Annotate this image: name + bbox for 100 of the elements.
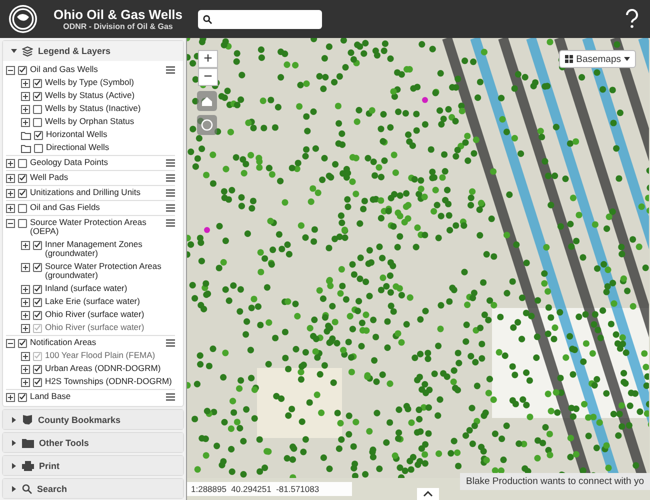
checkbox[interactable] <box>33 298 42 306</box>
checkbox[interactable] <box>33 310 42 320</box>
scale-readout: 1:288895 40.294251 -81.571083 <box>187 482 352 496</box>
layer-label: Inland (surface water) <box>45 284 128 293</box>
checkbox[interactable] <box>18 218 27 228</box>
expand-icon[interactable] <box>21 104 30 114</box>
layer-label: Oil and Gas Wells <box>30 64 99 74</box>
checkbox[interactable] <box>34 144 43 152</box>
locate-button[interactable] <box>197 115 217 135</box>
menu-icon[interactable] <box>166 174 175 182</box>
chevron-up-icon <box>423 491 433 497</box>
layer-label: Wells by Status (Inactive) <box>45 104 142 113</box>
grid-icon <box>565 55 574 63</box>
checkbox[interactable] <box>18 66 27 74</box>
checkbox[interactable] <box>33 104 42 114</box>
layer-label: Ohio River (surface water) <box>45 322 146 332</box>
expand-icon[interactable] <box>6 174 15 182</box>
seal-logo <box>8 4 38 34</box>
expand-icon[interactable] <box>21 92 30 100</box>
layer-label: Well Pads <box>30 172 70 182</box>
checkbox[interactable] <box>33 364 42 374</box>
menu-icon[interactable] <box>166 218 175 226</box>
layers-icon <box>22 46 33 56</box>
checkbox[interactable] <box>18 204 27 212</box>
expand-button[interactable] <box>417 488 439 500</box>
search-icon <box>203 14 212 24</box>
layer-label: Source Water Protection Areas (groundwater) <box>45 262 162 280</box>
app-title: Ohio Oil & Gas Wells <box>53 7 183 22</box>
panel-header[interactable]: County Bookmarks <box>3 410 183 429</box>
layer-label: Geology Data Points <box>30 158 109 167</box>
notification-toast: Blake Production wants to connect with yo <box>460 473 650 490</box>
layer-label: Wells by Status (Active) <box>45 90 136 100</box>
layer-label: Wells by Type (Symbol) <box>45 78 135 87</box>
checkbox[interactable] <box>33 118 42 126</box>
layer-label: Notification Areas <box>30 338 98 347</box>
layer-label: Lake Erie (surface water) <box>45 296 141 306</box>
expand-icon[interactable] <box>6 188 15 198</box>
help-icon[interactable] <box>624 9 640 29</box>
expand-icon[interactable] <box>6 204 15 212</box>
checkbox[interactable] <box>18 174 27 182</box>
checkbox[interactable] <box>33 284 42 294</box>
expand-icon[interactable] <box>21 284 30 294</box>
layer-label: Horizontal Wells <box>46 130 108 139</box>
panel-header[interactable]: Legend & Layers <box>3 41 183 61</box>
search-icon <box>22 484 32 494</box>
expand-icon[interactable] <box>21 352 30 360</box>
layer-label: Urban Areas (ODNR-DOGRM) <box>45 364 162 373</box>
zoom-in-button[interactable]: + <box>198 50 218 68</box>
expand-icon[interactable] <box>21 78 30 88</box>
circle-icon <box>201 119 213 131</box>
checkbox[interactable] <box>18 338 27 348</box>
checkbox[interactable] <box>18 392 27 402</box>
zoom-out-button[interactable]: − <box>198 68 218 86</box>
menu-icon[interactable] <box>166 66 175 74</box>
expand-icon[interactable] <box>21 310 30 320</box>
layer-label: Ohio River (surface water) <box>45 310 146 319</box>
checkbox[interactable] <box>33 378 42 386</box>
menu-icon[interactable] <box>166 204 175 212</box>
menu-icon[interactable] <box>166 158 175 166</box>
basemaps-button[interactable]: Basemaps <box>559 50 636 68</box>
menu-icon[interactable] <box>166 392 175 400</box>
expand-icon[interactable] <box>21 378 30 386</box>
layer-label: H2S Townships (ODNR-DOGRM) <box>45 376 173 386</box>
printer-icon <box>22 460 34 470</box>
expand-icon[interactable] <box>6 158 15 168</box>
checkbox[interactable] <box>33 240 42 250</box>
expand-icon[interactable] <box>21 324 30 332</box>
checkbox[interactable] <box>33 262 42 272</box>
panel-header[interactable]: Search <box>3 479 183 498</box>
expand-icon[interactable] <box>21 298 30 306</box>
collapse-icon[interactable] <box>6 338 15 348</box>
checkbox[interactable] <box>33 92 42 100</box>
expand-icon[interactable] <box>6 392 15 402</box>
layer-label: Land Base <box>30 392 72 401</box>
checkbox[interactable] <box>18 188 27 198</box>
map-drawing[interactable] <box>187 38 649 478</box>
expand-icon[interactable] <box>21 262 30 272</box>
panel-header[interactable]: Other Tools <box>3 433 183 452</box>
menu-icon[interactable] <box>166 338 175 346</box>
layer-label: Wells by Orphan Status <box>45 116 136 126</box>
expand-icon[interactable] <box>21 240 30 250</box>
home-icon <box>201 96 213 106</box>
layer-label: Unitizations and Drilling Units <box>30 188 142 197</box>
layer-label: Source Water Protection Areas (OEPA) <box>30 218 148 236</box>
collapse-icon[interactable] <box>6 218 15 228</box>
app-subtitle: ODNR - Division of Oil & Gas <box>63 22 173 31</box>
layer-label: Directional Wells <box>46 142 110 152</box>
checkbox[interactable] <box>34 130 43 140</box>
search-field[interactable] <box>198 10 322 28</box>
checkbox[interactable] <box>33 78 42 88</box>
layer-label: Oil and Gas Fields <box>30 202 101 212</box>
expand-icon[interactable] <box>21 118 30 126</box>
home-button[interactable] <box>197 91 217 111</box>
menu-icon[interactable] <box>166 188 175 196</box>
expand-icon[interactable] <box>21 364 30 374</box>
panel-header[interactable]: Print <box>3 456 183 475</box>
layer-label: 100 Year Flood Plain (FEMA) <box>45 350 156 360</box>
checkbox[interactable] <box>18 158 27 168</box>
collapse-icon[interactable] <box>6 66 15 74</box>
folder-icon <box>22 438 34 448</box>
